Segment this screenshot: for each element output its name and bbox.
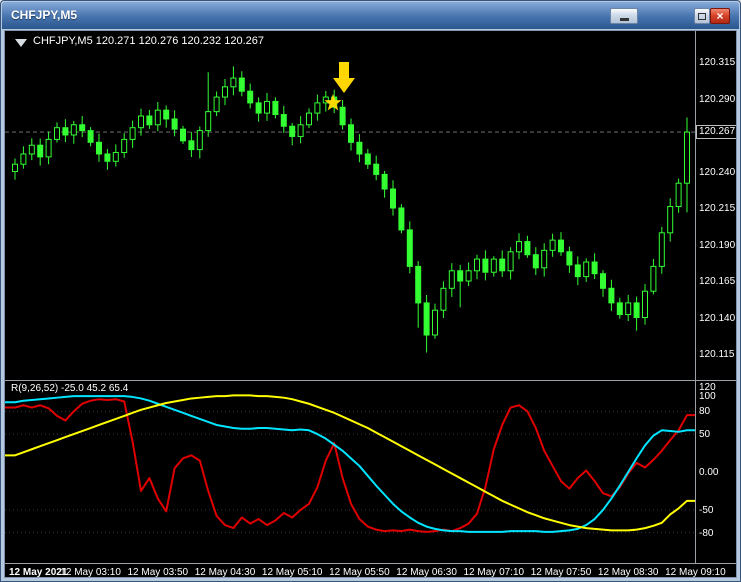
window-title: CHFJPY,M5 (11, 8, 78, 22)
restore-icon (698, 12, 706, 20)
time-axis-date-label: 12 May 2021 (9, 567, 68, 578)
down-arrow-annotation (333, 62, 355, 93)
price-axis-label: 120.315 (699, 57, 736, 68)
oscillator-axis-label: -50 (699, 504, 714, 516)
price-axis-label: 120.165 (699, 276, 736, 287)
oscillator-axis-label: 50 (699, 429, 711, 441)
time-axis-label: 12 May 05:50 (329, 567, 390, 578)
price-axis-label: 120.290 (699, 93, 736, 105)
time-axis-label: 12 May 09:10 (665, 567, 726, 578)
time-axis-label: 12 May 06:30 (396, 567, 457, 578)
indicator-label: R(9,26,52) -25.0 45.2 65.4 (11, 383, 129, 394)
time-axis-label: 12 May 07:50 (530, 567, 592, 578)
price-axis-label: 120.190 (699, 239, 736, 251)
time-axis-label: 12 May 08:30 (597, 567, 659, 578)
current-price-label: 120.267 (696, 125, 736, 140)
chart-area[interactable]: CHFJPY,M5 120.271 120.276 120.232 120.26… (4, 30, 737, 578)
oscillator-axis-label: 80 (699, 406, 711, 418)
star-annotation (324, 94, 342, 111)
price-axis-label: 120.215 (699, 203, 736, 214)
oscillator-axis-label: 100 (699, 391, 716, 403)
close-button[interactable]: × (710, 8, 730, 24)
price-axis-label: 120.140 (699, 312, 736, 324)
restore-button[interactable] (694, 8, 710, 24)
price-axis-label: 120.240 (699, 166, 736, 178)
time-axis-label: 12 May 03:10 (60, 567, 121, 578)
oscillator-axis-label: -80 (699, 527, 714, 539)
close-icon: × (716, 9, 724, 23)
title-bar[interactable]: CHFJPY,M5 × (2, 2, 739, 29)
time-axis-label: 12 May 03:50 (127, 567, 189, 578)
time-axis-label: 12 May 05:10 (261, 567, 323, 578)
time-axis-label: 12 May 07:10 (463, 567, 525, 578)
one-click-trading-icon[interactable] (15, 39, 27, 47)
minimize-button[interactable] (610, 8, 638, 24)
time-axis-label: 12 May 04:30 (194, 567, 256, 578)
symbol-ohlc-label: CHFJPY,M5 120.271 120.276 120.232 120.26… (33, 35, 264, 47)
minimize-icon (619, 18, 629, 21)
mt4-chart-window: CHFJPY,M5 × CHFJPY,M5 120.271 120.276 12… (0, 0, 741, 582)
oscillator-axis-label: 0.00 (699, 467, 719, 478)
price-axis-label: 120.115 (699, 349, 735, 360)
chart-canvas[interactable] (5, 31, 737, 578)
